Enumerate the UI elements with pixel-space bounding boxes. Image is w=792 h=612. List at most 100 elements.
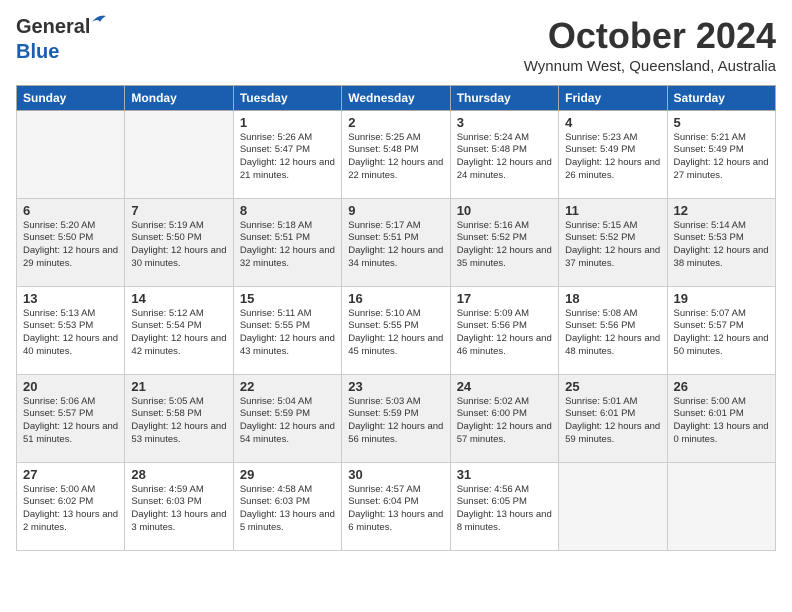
day-number: 6 — [23, 203, 118, 218]
day-cell — [17, 110, 125, 198]
location-subtitle: Wynnum West, Queensland, Australia — [524, 58, 776, 75]
day-number: 22 — [240, 379, 335, 394]
day-number: 23 — [348, 379, 443, 394]
month-title: October 2024 — [524, 16, 776, 56]
col-header-tuesday: Tuesday — [233, 85, 341, 110]
day-number: 30 — [348, 467, 443, 482]
day-info: Sunrise: 5:18 AMSunset: 5:51 PMDaylight:… — [240, 220, 335, 271]
day-info: Sunrise: 5:00 AMSunset: 6:02 PMDaylight:… — [23, 484, 118, 535]
day-number: 1 — [240, 115, 335, 130]
day-cell: 18 Sunrise: 5:08 AMSunset: 5:56 PMDayligh… — [559, 286, 667, 374]
day-cell: 9 Sunrise: 5:17 AMSunset: 5:51 PMDaylight… — [342, 198, 450, 286]
day-info: Sunrise: 5:23 AMSunset: 5:49 PMDaylight:… — [565, 132, 660, 183]
day-cell: 6 Sunrise: 5:20 AMSunset: 5:50 PMDaylight… — [17, 198, 125, 286]
day-cell: 20 Sunrise: 5:06 AMSunset: 5:57 PMDayligh… — [17, 374, 125, 462]
day-info: Sunrise: 5:07 AMSunset: 5:57 PMDaylight:… — [674, 308, 769, 359]
day-cell: 31Sunrise: 4:56 AMSunset: 6:05 PMDayligh… — [450, 462, 558, 550]
day-cell: 19 Sunrise: 5:07 AMSunset: 5:57 PMDayligh… — [667, 286, 775, 374]
calendar-table: SundayMondayTuesdayWednesdayThursdayFrid… — [16, 85, 776, 551]
day-info: Sunrise: 5:20 AMSunset: 5:50 PMDaylight:… — [23, 220, 118, 271]
logo-general-text: General — [16, 16, 90, 38]
day-number: 20 — [23, 379, 118, 394]
day-cell: 7 Sunrise: 5:19 AMSunset: 5:50 PMDaylight… — [125, 198, 233, 286]
day-info: Sunrise: 5:02 AMSunset: 6:00 PMDaylight:… — [457, 396, 552, 447]
day-number: 24 — [457, 379, 552, 394]
day-info: Sunrise: 5:04 AMSunset: 5:59 PMDaylight:… — [240, 396, 335, 447]
day-cell: 26 Sunrise: 5:00 AMSunset: 6:01 PMDayligh… — [667, 374, 775, 462]
day-cell: 23Sunrise: 5:03 AMSunset: 5:59 PMDayligh… — [342, 374, 450, 462]
day-number: 12 — [674, 203, 769, 218]
day-cell: 17Sunrise: 5:09 AMSunset: 5:56 PMDayligh… — [450, 286, 558, 374]
day-number: 27 — [23, 467, 118, 482]
day-info: Sunrise: 5:19 AMSunset: 5:50 PMDaylight:… — [131, 220, 226, 271]
day-info: Sunrise: 5:10 AMSunset: 5:55 PMDaylight:… — [348, 308, 443, 359]
day-cell: 8Sunrise: 5:18 AMSunset: 5:51 PMDaylight… — [233, 198, 341, 286]
day-cell: 4 Sunrise: 5:23 AMSunset: 5:49 PMDaylight… — [559, 110, 667, 198]
day-cell: 1 Sunrise: 5:26 AMSunset: 5:47 PMDaylight… — [233, 110, 341, 198]
col-header-sunday: Sunday — [17, 85, 125, 110]
day-cell: 14Sunrise: 5:12 AMSunset: 5:54 PMDayligh… — [125, 286, 233, 374]
day-cell: 10 Sunrise: 5:16 AMSunset: 5:52 PMDayligh… — [450, 198, 558, 286]
day-info: Sunrise: 5:05 AMSunset: 5:58 PMDaylight:… — [131, 396, 226, 447]
day-number: 13 — [23, 291, 118, 306]
day-number: 7 — [131, 203, 226, 218]
day-cell: 13 Sunrise: 5:13 AMSunset: 5:53 PMDayligh… — [17, 286, 125, 374]
day-info: Sunrise: 5:13 AMSunset: 5:53 PMDaylight:… — [23, 308, 118, 359]
day-number: 29 — [240, 467, 335, 482]
day-cell: 28 Sunrise: 4:59 AMSunset: 6:03 PMDayligh… — [125, 462, 233, 550]
day-cell — [559, 462, 667, 550]
logo-blue-text: Blue — [16, 41, 59, 63]
day-cell: 29 Sunrise: 4:58 AMSunset: 6:03 PMDayligh… — [233, 462, 341, 550]
day-cell: 11 Sunrise: 5:15 AMSunset: 5:52 PMDayligh… — [559, 198, 667, 286]
day-info: Sunrise: 5:08 AMSunset: 5:56 PMDaylight:… — [565, 308, 660, 359]
day-cell: 2Sunrise: 5:25 AMSunset: 5:48 PMDaylight… — [342, 110, 450, 198]
day-number: 16 — [348, 291, 443, 306]
header-row: SundayMondayTuesdayWednesdayThursdayFrid… — [17, 85, 776, 110]
day-number: 26 — [674, 379, 769, 394]
day-info: Sunrise: 5:16 AMSunset: 5:52 PMDaylight:… — [457, 220, 552, 271]
day-cell — [667, 462, 775, 550]
day-info: Sunrise: 4:59 AMSunset: 6:03 PMDaylight:… — [131, 484, 226, 535]
day-number: 2 — [348, 115, 443, 130]
title-block: October 2024 Wynnum West, Queensland, Au… — [524, 16, 776, 75]
day-info: Sunrise: 5:06 AMSunset: 5:57 PMDaylight:… — [23, 396, 118, 447]
day-info: Sunrise: 5:15 AMSunset: 5:52 PMDaylight:… — [565, 220, 660, 271]
day-info: Sunrise: 5:00 AMSunset: 6:01 PMDaylight:… — [674, 396, 769, 447]
day-info: Sunrise: 5:09 AMSunset: 5:56 PMDaylight:… — [457, 308, 552, 359]
day-info: Sunrise: 5:21 AMSunset: 5:49 PMDaylight:… — [674, 132, 769, 183]
col-header-saturday: Saturday — [667, 85, 775, 110]
col-header-friday: Friday — [559, 85, 667, 110]
day-number: 31 — [457, 467, 552, 482]
day-cell: 27 Sunrise: 5:00 AMSunset: 6:02 PMDayligh… — [17, 462, 125, 550]
day-info: Sunrise: 5:12 AMSunset: 5:54 PMDaylight:… — [131, 308, 226, 359]
day-info: Sunrise: 5:14 AMSunset: 5:53 PMDaylight:… — [674, 220, 769, 271]
day-cell: 16 Sunrise: 5:10 AMSunset: 5:55 PMDayligh… — [342, 286, 450, 374]
day-number: 28 — [131, 467, 226, 482]
day-cell: 30 Sunrise: 4:57 AMSunset: 6:04 PMDayligh… — [342, 462, 450, 550]
logo-bird-icon — [90, 12, 108, 26]
day-info: Sunrise: 5:24 AMSunset: 5:48 PMDaylight:… — [457, 132, 552, 183]
day-number: 19 — [674, 291, 769, 306]
col-header-thursday: Thursday — [450, 85, 558, 110]
day-cell: 24 Sunrise: 5:02 AMSunset: 6:00 PMDayligh… — [450, 374, 558, 462]
day-cell: 21 Sunrise: 5:05 AMSunset: 5:58 PMDayligh… — [125, 374, 233, 462]
day-info: Sunrise: 5:01 AMSunset: 6:01 PMDaylight:… — [565, 396, 660, 447]
week-row-5: 27 Sunrise: 5:00 AMSunset: 6:02 PMDayligh… — [17, 462, 776, 550]
day-number: 15 — [240, 291, 335, 306]
day-number: 21 — [131, 379, 226, 394]
day-number: 9 — [348, 203, 443, 218]
day-info: Sunrise: 5:26 AMSunset: 5:47 PMDaylight:… — [240, 132, 335, 183]
logo: General Blue — [16, 16, 90, 64]
day-info: Sunrise: 4:58 AMSunset: 6:03 PMDaylight:… — [240, 484, 335, 535]
day-cell: 5Sunrise: 5:21 AMSunset: 5:49 PMDaylight… — [667, 110, 775, 198]
day-number: 10 — [457, 203, 552, 218]
week-row-3: 13 Sunrise: 5:13 AMSunset: 5:53 PMDayligh… — [17, 286, 776, 374]
day-number: 3 — [457, 115, 552, 130]
day-number: 11 — [565, 203, 660, 218]
day-number: 18 — [565, 291, 660, 306]
day-info: Sunrise: 4:57 AMSunset: 6:04 PMDaylight:… — [348, 484, 443, 535]
day-number: 4 — [565, 115, 660, 130]
col-header-wednesday: Wednesday — [342, 85, 450, 110]
day-info: Sunrise: 5:17 AMSunset: 5:51 PMDaylight:… — [348, 220, 443, 271]
day-info: Sunrise: 5:11 AMSunset: 5:55 PMDaylight:… — [240, 308, 335, 359]
